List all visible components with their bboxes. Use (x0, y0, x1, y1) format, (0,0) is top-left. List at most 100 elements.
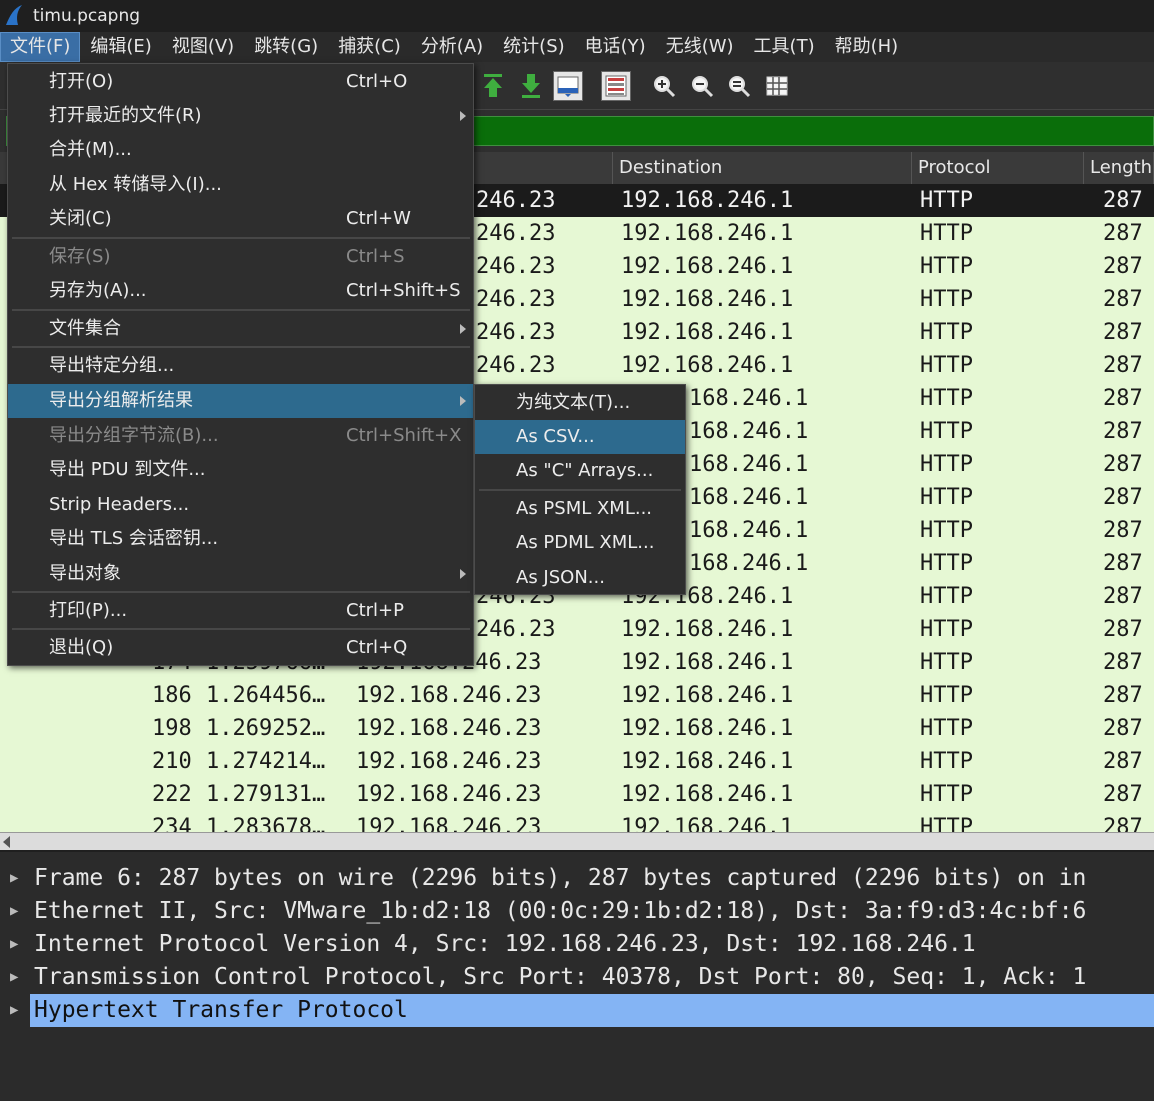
cell-length: 287 (1103, 716, 1143, 741)
export-submenu-item[interactable]: As PDML XML... (475, 526, 685, 560)
autoscroll-icon[interactable] (553, 71, 583, 101)
zoom-in-icon[interactable] (649, 71, 679, 101)
menu-2[interactable]: 视图(V) (162, 32, 244, 62)
cell-protocol: HTTP (920, 551, 973, 576)
cell-source: 246.23 (476, 188, 556, 213)
file-menu-item[interactable]: 导出分组解析结果 (8, 384, 473, 418)
cell-source: 246.23 (476, 287, 556, 312)
expand-arrow-icon[interactable]: ▶ (10, 928, 18, 961)
cell-protocol: HTTP (920, 485, 973, 510)
menu-separator (12, 237, 470, 239)
menu-10[interactable]: 帮助(H) (825, 32, 909, 62)
cell-destination: 168.246.1 (689, 452, 809, 477)
column-header-length[interactable]: Length (1084, 152, 1154, 184)
menu-7[interactable]: 电话(Y) (575, 32, 656, 62)
file-menu: 打开(O) Ctrl+O 打开最近的文件(R) 合并(M)... 从 Hex 转储导入(… (7, 63, 474, 666)
submenu-arrow-icon (460, 111, 466, 121)
menu-item-shortcut: Ctrl+Shift+S (346, 280, 461, 301)
menu-item-label: 导出分组解析结果 (49, 390, 193, 411)
menu-separator (12, 591, 470, 593)
file-menu-item[interactable]: Strip Headers... (8, 488, 473, 522)
packet-row[interactable]: 222 1.279131… 192.168.246.23 192.168.246.1 H… (0, 778, 1154, 811)
export-submenu-item[interactable]: As CSV... (475, 420, 685, 454)
file-menu-item[interactable]: 导出 TLS 会话密钥... (8, 522, 473, 556)
menu-5[interactable]: 分析(A) (411, 32, 493, 62)
menu-1[interactable]: 编辑(E) (80, 32, 161, 62)
file-menu-item[interactable]: 退出(Q) Ctrl+Q (8, 631, 473, 665)
detail-row[interactable]: ▶ Internet Protocol Version 4, Src: 192.1… (0, 928, 1154, 961)
cell-destination: 192.168.246.1 (621, 815, 794, 832)
file-menu-item[interactable]: 导出特定分组... (8, 349, 473, 383)
menu-6[interactable]: 统计(S) (493, 32, 574, 62)
file-menu-item[interactable]: 打印(P)... Ctrl+P (8, 594, 473, 628)
file-menu-item[interactable]: 从 Hex 转储导入(I)... (8, 168, 473, 202)
cell-destination: 192.168.246.1 (621, 683, 794, 708)
detail-row[interactable]: ▶ Frame 6: 287 bytes on wire (2296 bits),… (0, 862, 1154, 895)
cell-source: 192.168.246.23 (356, 782, 542, 807)
detail-text: Ethernet II, Src: VMware_1b:d2:18 (00:0c… (34, 898, 1087, 924)
detail-row[interactable]: ▶ Transmission Control Protocol, Src Port… (0, 961, 1154, 994)
cell-source: 246.23 (476, 221, 556, 246)
export-submenu-item[interactable]: As PSML XML... (475, 492, 685, 526)
packet-row[interactable]: 198 1.269252… 192.168.246.23 192.168.246.1 H… (0, 712, 1154, 745)
export-dissections-submenu: 为纯文本(T)... As CSV... As "C" Arrays... As PS… (474, 384, 686, 595)
column-header-source[interactable] (474, 152, 613, 184)
export-submenu-item[interactable]: As JSON... (475, 561, 685, 595)
cell-source: 192.168.246.23 (356, 749, 542, 774)
file-menu-item[interactable]: 打开(O) Ctrl+O (8, 65, 473, 99)
zoom-out-icon[interactable] (687, 71, 717, 101)
menu-separator (12, 309, 470, 311)
menu-item-label: As PSML XML... (516, 498, 653, 519)
menu-separator (12, 628, 470, 630)
cell-destination: 192.168.246.1 (621, 782, 794, 807)
cell-protocol: HTTP (920, 815, 973, 832)
menu-3[interactable]: 跳转(G) (244, 32, 328, 62)
file-menu-item[interactable]: 关闭(C) Ctrl+W (8, 202, 473, 236)
horizontal-scrollbar[interactable] (0, 832, 1154, 850)
menu-4[interactable]: 捕获(C) (328, 32, 411, 62)
file-menu-item[interactable]: 另存为(A)... Ctrl+Shift+S (8, 274, 473, 308)
column-header-protocol[interactable]: Protocol (912, 152, 1084, 184)
menu-9[interactable]: 工具(T) (744, 32, 825, 62)
colorize-icon[interactable] (601, 71, 631, 101)
column-header-destination[interactable]: Destination (613, 152, 912, 184)
file-menu-item: 保存(S) Ctrl+S (8, 240, 473, 274)
detail-row[interactable]: ▶ Hypertext Transfer Protocol (0, 994, 1154, 1027)
expand-arrow-icon[interactable]: ▶ (10, 895, 18, 928)
file-menu-item[interactable]: 导出 PDU 到文件... (8, 453, 473, 487)
menu-item-label: 保存(S) (49, 246, 111, 267)
menu-item-label: Strip Headers... (49, 494, 190, 515)
menu-bar: 文件(F) 编辑(E) 视图(V) 跳转(G) 捕获(C) 分析(A) 统计(S) 电话(Y)… (0, 32, 1154, 62)
menu-0[interactable]: 文件(F) (0, 32, 81, 62)
scroll-left-icon[interactable] (3, 836, 10, 848)
resize-columns-icon[interactable] (762, 71, 792, 101)
file-menu-item[interactable]: 导出对象 (8, 557, 473, 591)
expand-arrow-icon[interactable]: ▶ (10, 994, 18, 1027)
cell-protocol: HTTP (920, 320, 973, 345)
cell-length: 287 (1103, 815, 1143, 832)
go-last-packet-icon[interactable] (516, 71, 546, 101)
expand-arrow-icon[interactable]: ▶ (10, 961, 18, 994)
cell-no: 186 (152, 683, 192, 708)
menu-item-label: 关闭(C) (49, 208, 112, 229)
export-submenu-item[interactable]: As "C" Arrays... (475, 454, 685, 488)
normal-size-icon[interactable] (724, 71, 754, 101)
cell-destination: 192.168.246.1 (621, 617, 794, 642)
export-submenu-item[interactable]: 为纯文本(T)... (475, 386, 685, 420)
cell-protocol: HTTP (920, 188, 973, 213)
packet-row[interactable]: 234 1.283678… 192.168.246.23 192.168.246.1 H… (0, 811, 1154, 832)
submenu-arrow-icon (460, 396, 466, 406)
menu-8[interactable]: 无线(W) (656, 32, 744, 62)
cell-destination: 192.168.246.1 (621, 650, 794, 675)
cell-protocol: HTTP (920, 221, 973, 246)
expand-arrow-icon[interactable]: ▶ (10, 862, 18, 895)
cell-protocol: HTTP (920, 287, 973, 312)
packet-row[interactable]: 210 1.274214… 192.168.246.23 192.168.246.1 H… (0, 745, 1154, 778)
packet-row[interactable]: 186 1.264456… 192.168.246.23 192.168.246.1 H… (0, 679, 1154, 712)
detail-row[interactable]: ▶ Ethernet II, Src: VMware_1b:d2:18 (00:0… (0, 895, 1154, 928)
go-first-packet-icon[interactable] (478, 71, 508, 101)
file-menu-item[interactable]: 打开最近的文件(R) (8, 99, 473, 133)
file-menu-item[interactable]: 合并(M)... (8, 133, 473, 167)
cell-protocol: HTTP (920, 452, 973, 477)
file-menu-item[interactable]: 文件集合 (8, 312, 473, 346)
